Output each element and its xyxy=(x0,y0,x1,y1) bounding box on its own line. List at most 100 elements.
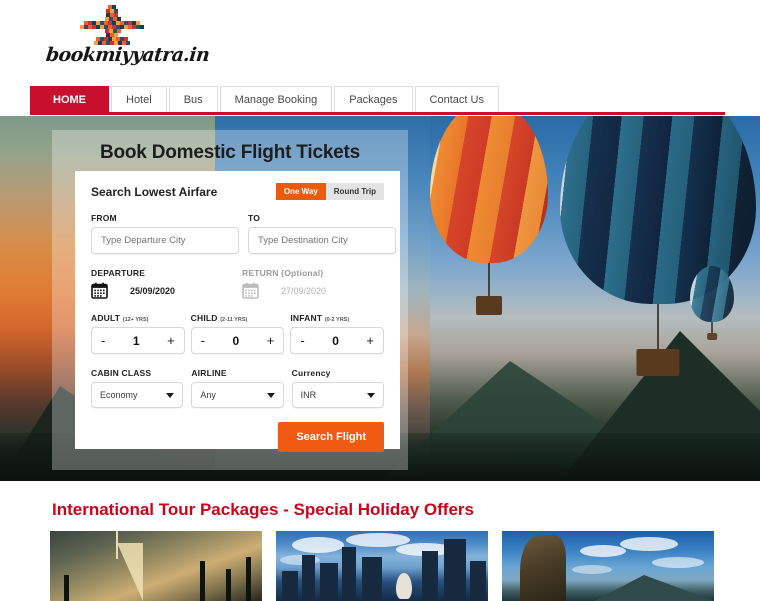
adult-label-text: ADULT xyxy=(91,313,121,323)
departure-date-picker[interactable]: 25/09/2020 xyxy=(91,282,233,299)
child-decrement-button[interactable]: - xyxy=(201,334,205,347)
skyscraper-icon xyxy=(320,563,338,601)
child-increment-button[interactable]: + xyxy=(267,334,275,347)
infant-stepper[interactable]: - 0 + xyxy=(290,327,385,354)
flight-search-form: Search Lowest Airfare One Way Round Trip… xyxy=(75,171,400,452)
from-field-group: FROM xyxy=(91,213,239,254)
skyscraper-icon xyxy=(342,547,356,601)
skyscraper-icon xyxy=(422,551,438,601)
adult-label: ADULT (12+ YRS) xyxy=(91,313,185,323)
adult-stepper[interactable]: - 1 + xyxy=(91,327,185,354)
infant-label: INFANT (0-2 YRS) xyxy=(290,313,384,323)
airline-value: Any xyxy=(200,390,216,400)
return-date-picker[interactable]: 27/09/2020 xyxy=(242,282,384,299)
currency-value: INR xyxy=(300,390,317,400)
packages-section: International Tour Packages - Special Ho… xyxy=(0,481,760,601)
infant-decrement-button[interactable]: - xyxy=(300,334,304,347)
trip-type-toggle: One Way Round Trip xyxy=(275,183,384,200)
nav-item-contact-us[interactable]: Contact Us xyxy=(414,86,499,112)
adult-counter-group: ADULT (12+ YRS) - 1 + xyxy=(91,313,185,354)
currency-select[interactable]: INR xyxy=(291,382,384,408)
departure-field-group: DEPARTURE 25/09/2020 xyxy=(91,268,233,299)
adult-increment-button[interactable]: + xyxy=(167,334,175,347)
rock-cliff-icon xyxy=(520,535,566,601)
adult-age-note: (12+ YRS) xyxy=(122,317,149,323)
return-field-group: RETURN (Optional) 27/09/2020 xyxy=(242,268,384,299)
hero-banner: Book Domestic Flight Tickets Search Lowe… xyxy=(0,116,760,481)
cloud-icon xyxy=(620,537,678,551)
return-date-value: 27/09/2020 xyxy=(281,285,327,296)
hero-title: Book Domestic Flight Tickets xyxy=(99,142,361,163)
hot-air-balloon-orange-icon xyxy=(430,116,548,315)
infant-label-text: INFANT xyxy=(290,313,323,323)
round-trip-button[interactable]: Round Trip xyxy=(325,183,384,200)
nav-underline xyxy=(30,112,725,115)
skyscraper-icon xyxy=(282,571,298,601)
infant-count-value: 0 xyxy=(332,333,339,348)
palm-tree-icon xyxy=(64,575,69,601)
airline-select[interactable]: Any xyxy=(191,382,284,408)
mountain-ridge-icon xyxy=(594,575,714,601)
child-label: CHILD (2-11 YRS) xyxy=(191,313,285,323)
airline-label: AIRLINE xyxy=(191,368,227,378)
merlion-statue-icon xyxy=(396,573,412,599)
search-flight-button[interactable]: Search Flight xyxy=(278,422,384,452)
skyscraper-icon xyxy=(362,557,382,601)
to-field-group: TO xyxy=(248,213,396,254)
palm-tree-icon xyxy=(246,557,251,601)
departure-date-value: 25/09/2020 xyxy=(130,285,176,296)
currency-group: Currency INR xyxy=(291,368,384,408)
infant-increment-button[interactable]: + xyxy=(366,334,374,347)
child-counter-group: CHILD (2-11 YRS) - 0 + xyxy=(190,313,285,354)
nav-item-home[interactable]: HOME xyxy=(30,86,109,112)
packages-grid xyxy=(50,531,715,601)
skyscraper-icon xyxy=(444,539,466,601)
submit-row: Search Flight xyxy=(91,422,384,452)
child-stepper[interactable]: - 0 + xyxy=(190,327,285,354)
cabin-class-group: CABIN CLASS Economy xyxy=(91,368,184,408)
chevron-down-icon xyxy=(366,392,375,398)
cabin-class-value: Economy xyxy=(100,390,138,400)
logo-wordmark: bookmiyyatra.in xyxy=(44,44,211,66)
infant-counter-group: INFANT (0-2 YRS) - 0 + xyxy=(290,313,385,354)
package-card-dubai[interactable] xyxy=(50,531,262,601)
infant-age-note: (0-2 YRS) xyxy=(324,317,350,323)
hot-air-balloon-distant-icon xyxy=(690,266,734,340)
skyscraper-icon xyxy=(302,555,315,601)
nav-items: HOME Hotel Bus Manage Booking Packages C… xyxy=(30,86,501,114)
nav-item-bus[interactable]: Bus xyxy=(168,86,218,112)
chevron-down-icon xyxy=(266,392,275,398)
from-input[interactable] xyxy=(91,227,239,254)
package-card-mountain[interactable] xyxy=(502,531,714,601)
city-row: FROM TO xyxy=(91,213,396,254)
passenger-row: ADULT (12+ YRS) - 1 + CHILD (2-11 YRS) -… xyxy=(91,313,385,354)
nav-item-packages[interactable]: Packages xyxy=(334,86,413,112)
calendar-icon xyxy=(242,282,259,299)
cloud-icon xyxy=(292,537,344,553)
to-label: TO xyxy=(248,213,261,223)
palm-tree-icon xyxy=(226,569,231,601)
one-way-button[interactable]: One Way xyxy=(275,183,326,200)
options-row: CABIN CLASS Economy AIRLINE Any Currency… xyxy=(91,368,384,408)
from-label: FROM xyxy=(91,213,117,223)
calendar-icon xyxy=(91,282,108,299)
adult-decrement-button[interactable]: - xyxy=(101,334,105,347)
burj-mast-icon xyxy=(116,531,118,559)
cloud-icon xyxy=(580,545,626,557)
cabin-class-select[interactable]: Economy xyxy=(91,382,184,408)
currency-label: Currency xyxy=(291,368,331,378)
airline-group: AIRLINE Any xyxy=(191,368,284,408)
date-row: DEPARTURE 25/09/2020 RETURN (Optional) 2… xyxy=(91,268,384,299)
to-input[interactable] xyxy=(248,227,396,254)
cloud-icon xyxy=(652,557,704,568)
child-count-value: 0 xyxy=(232,333,240,348)
site-header: bookmiyyatra.in xyxy=(0,0,760,86)
package-card-singapore[interactable] xyxy=(276,531,488,601)
adult-count-value: 1 xyxy=(132,333,140,348)
nav-item-manage-booking[interactable]: Manage Booking xyxy=(219,86,333,112)
child-label-text: CHILD xyxy=(190,313,218,323)
skyscraper-icon xyxy=(470,561,486,601)
site-logo[interactable]: bookmiyyatra.in xyxy=(44,4,211,80)
child-age-note: (2-11 YRS) xyxy=(220,317,248,323)
nav-item-hotel[interactable]: Hotel xyxy=(111,86,167,112)
